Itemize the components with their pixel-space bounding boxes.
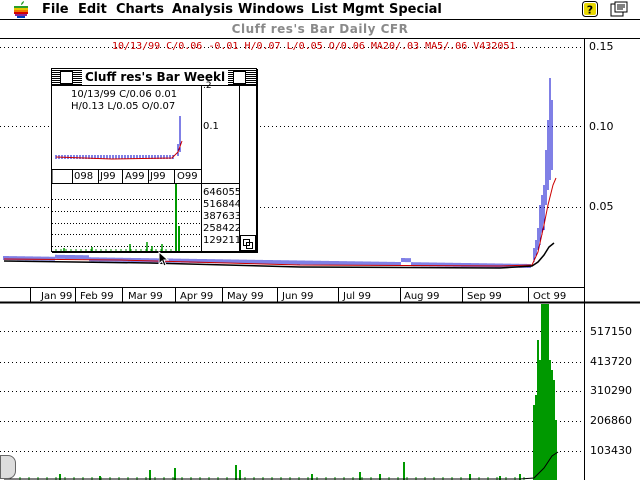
menu-edit[interactable]: Edit [78, 1, 107, 18]
price-tick-label: 0.10 [589, 120, 614, 133]
time-label: Jan 99 [41, 291, 73, 302]
weekly-volume-tick: 516844 [203, 199, 239, 210]
time-label: Sep 99 [467, 291, 502, 302]
weekly-volume-tick: 387633 [203, 211, 239, 222]
weekly-time-label: 098 [74, 171, 94, 182]
zoom-box-icon[interactable] [233, 71, 246, 84]
menu-bar: File Edit Charts Analysis Windows List M… [0, 0, 640, 20]
application-icon[interactable] [610, 1, 628, 17]
weekly-time-label: J99 [150, 171, 166, 182]
menu-special[interactable]: Special [389, 1, 442, 18]
volume-tick-label: 206860 [590, 414, 632, 427]
weekly-volume-tick: 646055 [203, 187, 239, 198]
menu-analysis[interactable]: Analysis [172, 1, 233, 18]
price-tick-label: 0.05 [589, 200, 614, 213]
weekly-volume-labels: 646055 516844 387633 258422 129211 [203, 187, 239, 251]
menu-list-mgmt[interactable]: List Mgmt [311, 1, 384, 18]
weekly-volume-tick: 129211 [203, 235, 239, 246]
menu-windows[interactable]: Windows [238, 1, 304, 18]
time-label: Mar 99 [128, 291, 163, 302]
time-label: Jun 99 [282, 291, 314, 302]
weekly-time-label: J99 [100, 171, 116, 182]
window-title: Cluff res's Bar Daily CFR [231, 22, 409, 36]
price-tick-label: 0.15 [589, 40, 614, 53]
volume-tick-label: 310290 [590, 384, 632, 397]
time-label: Aug 99 [404, 291, 440, 302]
mouse-pointer-icon [158, 251, 170, 267]
daily-quote-line: 10/13/99 C/0.06 -0.01 H/0.07 L/0.05 O/0.… [112, 41, 516, 52]
apple-logo-icon[interactable] [13, 1, 29, 18]
time-label: Jul 99 [343, 291, 371, 302]
weekly-quote-line: H/0.13 L/0.05 O/0.07 [71, 101, 176, 112]
volume-tick-label: 103430 [590, 444, 632, 457]
time-label: Feb 99 [80, 291, 114, 302]
weekly-volume-tick: 258422 [203, 223, 239, 234]
weekly-chart-window[interactable]: Cluff res's Bar Weekl 10/13/99 C/0.06 0.… [51, 68, 257, 252]
volume-tick-label: 517150 [590, 325, 632, 338]
time-label: May 99 [227, 291, 264, 302]
weekly-quote-line: 10/13/99 C/0.06 0.01 [71, 89, 178, 100]
weekly-price-tick: .2 [203, 81, 212, 91]
weekly-scrollbar[interactable] [239, 86, 256, 251]
window-title-bar[interactable]: Cluff res's Bar Daily CFR [0, 20, 640, 38]
menu-file[interactable]: File [42, 1, 69, 18]
close-box-icon[interactable] [60, 71, 73, 84]
menu-charts[interactable]: Charts [116, 1, 164, 18]
svg-text:?: ? [587, 4, 593, 17]
drawer-tab[interactable] [0, 455, 16, 479]
volume-tick-label: 413720 [590, 355, 632, 368]
weekly-price-tick: 0.1 [203, 121, 219, 132]
help-icon[interactable]: ? [582, 1, 598, 17]
time-label: Apr 99 [180, 291, 214, 302]
weekly-window-title-bar[interactable]: Cluff res's Bar Weekl [52, 69, 256, 86]
grow-box-icon[interactable] [240, 235, 256, 251]
weekly-time-label: A99 [125, 171, 145, 182]
time-label: Oct 99 [533, 291, 567, 302]
weekly-time-label: O99 [177, 171, 198, 182]
